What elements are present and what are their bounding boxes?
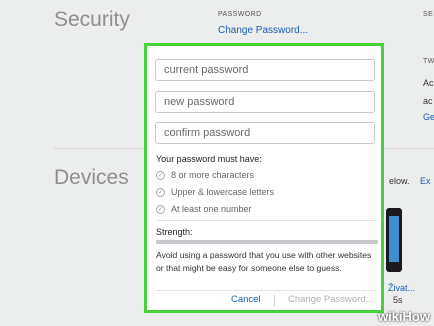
new-password-field[interactable] — [155, 91, 375, 113]
check-circle-icon: ✓ — [156, 170, 165, 180]
devices-link-fragment[interactable]: Ex — [420, 176, 431, 186]
device-model: 5s — [393, 295, 403, 305]
cancel-button[interactable]: Cancel — [231, 294, 261, 305]
button-separator — [274, 295, 275, 306]
requirement-text: 8 or more characters — [171, 170, 255, 180]
password-label: PASSWORD — [218, 11, 262, 18]
check-circle-icon: ✓ — [156, 187, 165, 197]
dialog-footer-divider — [155, 290, 377, 291]
change-password-button[interactable]: Change Password... — [288, 294, 374, 305]
requirement-item: ✓ Upper & lowercase letters — [156, 187, 274, 197]
requirement-text: Upper & lowercase letters — [171, 187, 275, 197]
security-heading: Security — [54, 8, 130, 31]
requirement-item: ✓ 8 or more characters — [156, 170, 254, 180]
phone-screen — [389, 216, 399, 262]
change-password-dialog: Your password must have: ✓ 8 or more cha… — [144, 43, 384, 313]
right-link-fragment[interactable]: Ge — [423, 112, 434, 122]
requirement-text: At least one number — [171, 204, 252, 214]
wikihow-watermark: wikiHow — [378, 309, 430, 324]
phone-device-image[interactable] — [386, 208, 402, 272]
password-advice-note: Avoid using a password that you use with… — [156, 250, 372, 273]
devices-heading: Devices — [54, 166, 129, 189]
right-text-fragment-two: ac — [423, 96, 433, 106]
strength-label: Strength: — [156, 227, 193, 237]
dialog-divider — [155, 220, 377, 221]
change-password-link[interactable]: Change Password... — [218, 25, 308, 36]
device-name-link[interactable]: Živat... — [388, 283, 415, 293]
devices-text-fragment: elow. — [389, 176, 410, 186]
check-circle-icon: ✓ — [156, 204, 165, 214]
watermark-wiki: wiki — [377, 309, 403, 324]
requirements-title: Your password must have: — [156, 154, 262, 164]
right-section-label-two: TW — [423, 58, 434, 65]
current-password-field[interactable] — [155, 59, 375, 81]
requirement-item: ✓ At least one number — [156, 204, 252, 214]
confirm-password-field[interactable] — [155, 122, 375, 144]
watermark-how: How — [402, 309, 430, 324]
right-section-label: SE — [423, 11, 434, 18]
right-text-fragment: Ac — [423, 78, 434, 88]
strength-meter — [156, 240, 378, 244]
